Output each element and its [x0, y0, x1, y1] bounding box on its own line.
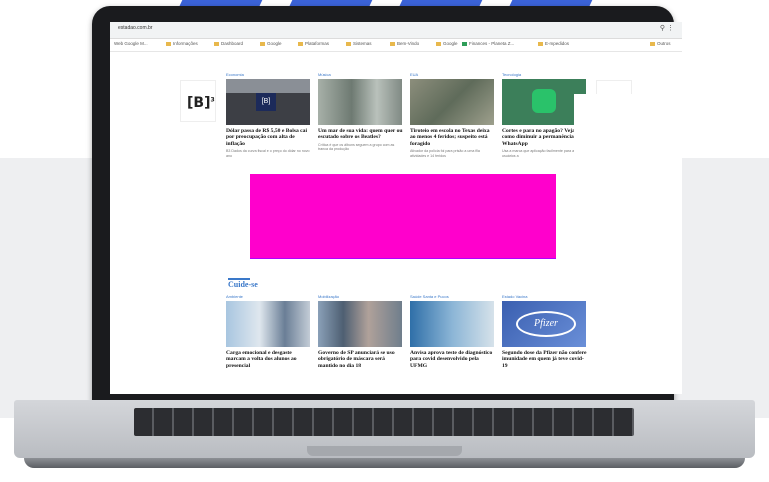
laptop-foot — [24, 458, 745, 468]
b3-logo: [B]3 — [187, 95, 215, 111]
card-tag[interactable]: EUA — [410, 72, 496, 78]
news-card[interactable]: EUA Tiroteio em escola no Texas deixa ao… — [410, 72, 496, 158]
ad-banner-left[interactable]: [B]3 — [180, 80, 216, 122]
card-subtitle: Ativador da polícia foi para prisão a um… — [410, 149, 480, 158]
section-title[interactable]: Cuide-se — [228, 280, 258, 289]
card-title[interactable]: Segundo dose da Pfizer não confere imuni… — [502, 350, 588, 369]
news-card[interactable]: Estado Vacina Pfizer Segundo dose da Pfi… — [502, 294, 588, 369]
news-card[interactable]: Economia [B] Dólar passa de R$ 5,50 e Bo… — [226, 72, 312, 158]
news-card[interactable]: Ambiente Carga emocional e desgaste marc… — [226, 294, 312, 369]
card-tag[interactable]: Mobilização — [318, 294, 404, 300]
news-card[interactable]: Mobilização Governo de SP anunciará se u… — [318, 294, 404, 369]
card-tag[interactable]: Ambiente — [226, 294, 312, 300]
bookmark-item[interactable]: Google — [436, 41, 458, 46]
bookmarks-bar: Web Google M... Informações Dashboard Go… — [110, 39, 682, 52]
pfizer-logo: Pfizer — [516, 311, 576, 337]
card-subtitle: Crítica é que os álbuns seguem a grupo c… — [318, 142, 395, 152]
address-bar[interactable]: estadao.com.br ⚲ ⋮ — [110, 22, 682, 39]
card-tag[interactable]: Tecnologia — [502, 72, 588, 78]
blank-region — [574, 94, 670, 304]
news-card[interactable]: Saúde Santa e Pucos Anvisa aprova teste … — [410, 294, 496, 369]
bookmark-item[interactable]: Informações — [166, 41, 198, 46]
card-tag[interactable]: Economia — [226, 72, 312, 78]
card-image[interactable] — [410, 79, 494, 125]
card-tag[interactable]: Saúde Santa e Pucos — [410, 294, 496, 300]
bookmark-item[interactable]: E-mpedidos — [538, 41, 569, 46]
bookmark-item[interactable]: Plataformas — [298, 41, 329, 46]
card-subtitle: B3 Dados da curva fiscal e o preço do dó… — [226, 149, 310, 158]
trackpad-notch — [307, 446, 462, 456]
card-title[interactable]: Carga emocional e desgaste marcam a volt… — [226, 350, 312, 369]
placeholder-line — [250, 258, 556, 259]
card-title[interactable]: Dólar passa de R$ 5,50 e Bolsa cai por p… — [226, 128, 312, 147]
news-card[interactable]: Música Um mar de sua vida: quem quer ou … — [318, 72, 404, 152]
search-icon[interactable]: ⚲ ⋮ — [660, 24, 674, 32]
card-tag[interactable]: Música — [318, 72, 404, 78]
card-title[interactable]: Tiroteio em escola no Texas deixa ao men… — [410, 128, 496, 147]
card-title[interactable]: Governo de SP anunciará se uso obrigatór… — [318, 350, 404, 369]
bookmark-item[interactable]: Google — [260, 41, 282, 46]
card-image[interactable] — [318, 79, 402, 125]
laptop-screen: estadao.com.br ⚲ ⋮ Web Google M... Infor… — [110, 22, 682, 394]
card-tag[interactable]: Estado Vacina — [502, 294, 588, 300]
laptop-base — [14, 400, 755, 474]
card-title[interactable]: Um mar de sua vida: quem quer ou escutad… — [318, 128, 404, 141]
bookmark-item[interactable]: Dashboard — [214, 41, 243, 46]
card-title[interactable]: Anvisa aprova teste de diagnóstico para … — [410, 350, 496, 369]
card-image[interactable] — [318, 301, 402, 347]
url-text[interactable]: estadao.com.br — [118, 25, 152, 31]
bookmark-item[interactable]: Sistemas — [346, 41, 372, 46]
bookmark-item[interactable]: Web Google M... — [114, 41, 148, 46]
card-image[interactable]: [B] — [226, 79, 310, 125]
bookmark-item[interactable]: Bem-Vindo — [390, 41, 419, 46]
bookmark-item[interactable]: Outros — [650, 41, 671, 46]
keyboard — [134, 408, 634, 436]
card-image[interactable] — [410, 301, 494, 347]
card-image[interactable] — [226, 301, 310, 347]
bookmark-item[interactable]: Finances - Planeta Z... — [462, 41, 514, 46]
card-image[interactable]: Pfizer — [502, 301, 586, 347]
redacted-placeholder — [250, 174, 556, 258]
